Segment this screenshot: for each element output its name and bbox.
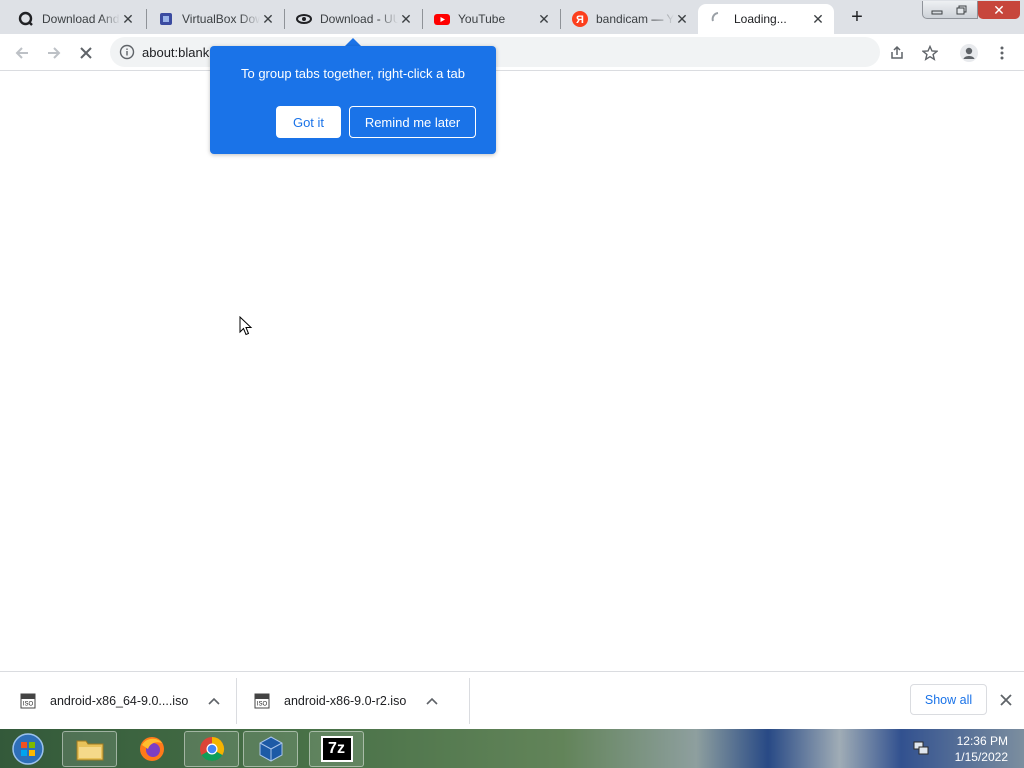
tab-title: VirtualBox Downloads xyxy=(182,12,260,26)
minimize-button[interactable] xyxy=(925,1,949,19)
windows-taskbar: 7z 12:36 PM 1/15/2022 xyxy=(0,729,1024,768)
tab-close-icon[interactable]: ✕ xyxy=(810,11,826,27)
iso-file-icon: ISO xyxy=(254,693,270,709)
tab-3[interactable]: Download - UUByte ✕ xyxy=(284,4,422,34)
tab-title: bandicam — Yandex xyxy=(596,12,674,26)
download-separator xyxy=(469,678,470,724)
taskbar-chrome[interactable] xyxy=(184,731,239,767)
more-vertical-icon xyxy=(1000,46,1004,60)
clock-time: 12:36 PM xyxy=(956,734,1008,748)
bookmark-star-button[interactable] xyxy=(917,40,943,66)
loading-spinner-icon xyxy=(710,11,726,27)
share-button[interactable] xyxy=(884,40,910,66)
svg-text:ISO: ISO xyxy=(257,702,268,708)
taskbar-virtualbox[interactable] xyxy=(243,731,298,767)
tab-close-icon[interactable]: ✕ xyxy=(536,11,552,27)
folder-icon xyxy=(76,740,103,761)
svg-text:ISO: ISO xyxy=(23,702,34,708)
show-all-downloads-button[interactable]: Show all xyxy=(910,684,987,715)
site-info-icon[interactable] xyxy=(119,44,135,63)
close-window-button[interactable]: ✕ xyxy=(978,1,1020,19)
close-shelf-icon[interactable] xyxy=(997,691,1015,709)
chevron-up-icon[interactable] xyxy=(424,693,440,709)
chrome-menu-button[interactable] xyxy=(989,40,1015,66)
taskbar-7zip[interactable]: 7z xyxy=(309,731,364,767)
virtualbox-icon xyxy=(259,736,282,762)
eye-logo-icon xyxy=(296,11,312,27)
restore-button[interactable] xyxy=(950,1,974,19)
svg-text:Я: Я xyxy=(576,14,584,26)
back-button[interactable] xyxy=(9,40,35,66)
tab-title: Loading... xyxy=(734,12,787,26)
star-icon xyxy=(922,45,938,61)
search-globe-icon xyxy=(18,11,34,27)
iso-file-icon: ISO xyxy=(20,693,36,709)
tab-close-icon[interactable]: ✕ xyxy=(120,11,136,27)
chrome-icon xyxy=(199,737,224,762)
tab-title: Download Android x86 xyxy=(42,12,120,26)
mouse-cursor-icon xyxy=(239,316,253,336)
new-tab-button[interactable]: + xyxy=(845,6,869,28)
tab-2[interactable]: VirtualBox Downloads ✕ xyxy=(146,4,284,34)
windows-logo-icon xyxy=(12,733,44,765)
download-filename: android-x86-9.0-r2.iso xyxy=(284,694,407,708)
remind-me-later-button[interactable]: Remind me later xyxy=(349,106,476,138)
firefox-icon xyxy=(139,737,164,761)
stop-loading-button[interactable] xyxy=(73,40,99,66)
tab-close-icon[interactable]: ✕ xyxy=(398,11,414,27)
download-separator xyxy=(236,678,237,724)
taskbar-firefox[interactable] xyxy=(124,731,179,767)
yandex-icon: Я xyxy=(572,11,588,27)
start-orb-button[interactable] xyxy=(0,731,56,767)
tab-close-icon[interactable]: ✕ xyxy=(260,11,276,27)
youtube-icon xyxy=(434,11,450,27)
download-item-2[interactable]: ISO android-x86-9.0-r2.iso xyxy=(254,679,440,723)
profile-button[interactable] xyxy=(956,40,982,66)
tab-5[interactable]: Я bandicam — Yandex ✕ xyxy=(560,4,698,34)
forward-arrow-icon xyxy=(48,47,61,59)
tab-title: YouTube xyxy=(458,12,506,26)
bubble-message: To group tabs together, right-click a ta… xyxy=(240,66,465,81)
tab-title: Download - UUByte xyxy=(320,12,398,26)
taskbar-file-explorer[interactable] xyxy=(62,731,117,767)
system-clock[interactable]: 12:36 PM 1/15/2022 xyxy=(938,733,1008,765)
7zip-icon: 7z xyxy=(320,736,353,762)
virtualbox-icon xyxy=(158,11,174,27)
tab-1[interactable]: Download Android x86 ✕ xyxy=(6,4,144,34)
got-it-button[interactable]: Got it xyxy=(276,106,341,138)
tab-close-icon[interactable]: ✕ xyxy=(674,11,690,27)
tab-strip: Download Android x86 ✕ VirtualBox Downlo… xyxy=(0,0,1024,34)
7zip-label: 7z xyxy=(328,740,345,757)
downloads-shelf: ISO android-x86_64-9.0....iso ISO androi… xyxy=(0,671,1024,729)
chevron-up-icon[interactable] xyxy=(206,693,222,709)
network-tray-icon[interactable] xyxy=(912,739,930,760)
tab-6-active[interactable]: Loading... ✕ xyxy=(698,4,834,34)
clock-date: 1/15/2022 xyxy=(954,750,1008,764)
download-filename: android-x86_64-9.0....iso xyxy=(50,694,189,708)
back-arrow-icon xyxy=(15,47,28,59)
share-icon xyxy=(891,45,903,59)
tab-groups-promo-bubble: To group tabs together, right-click a ta… xyxy=(210,46,496,154)
avatar-icon xyxy=(960,44,978,62)
stop-x-icon xyxy=(80,47,92,59)
tab-4[interactable]: YouTube ✕ xyxy=(422,4,560,34)
download-item-1[interactable]: ISO android-x86_64-9.0....iso xyxy=(20,679,222,723)
forward-button[interactable] xyxy=(41,40,67,66)
url-text: about:blank xyxy=(142,45,210,60)
browser-toolbar: about:blank xyxy=(0,34,1024,71)
